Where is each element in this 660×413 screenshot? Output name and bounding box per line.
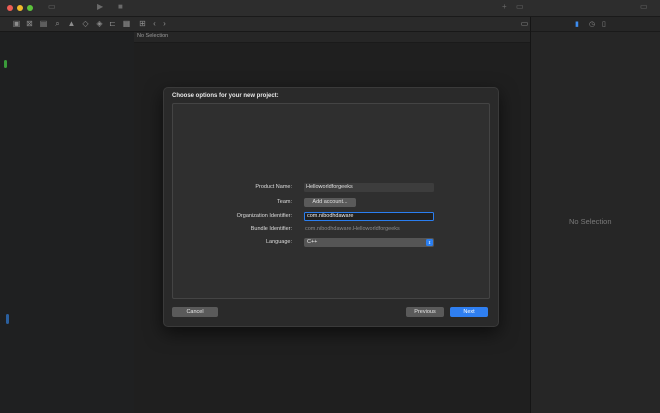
zoom-window-button[interactable]: [27, 5, 33, 11]
source-control-icon[interactable]: ⊠: [25, 19, 34, 28]
search-icon[interactable]: ⌕: [53, 19, 62, 28]
editor-jump-bar: No Selection: [134, 32, 530, 43]
editor-options-icon[interactable]: ▭: [520, 19, 529, 28]
chevron-up-down-icon: ⇕: [426, 239, 433, 246]
close-window-button[interactable]: [7, 5, 13, 11]
add-account-button[interactable]: Add account...: [304, 198, 356, 207]
report-icon[interactable]: ▦: [122, 19, 131, 28]
cancel-button[interactable]: Cancel: [172, 307, 218, 317]
next-button[interactable]: Next: [450, 307, 488, 317]
inspector-toggle-icon[interactable]: ▭: [640, 2, 648, 11]
folder-icon[interactable]: ▣: [12, 19, 21, 28]
options-panel: Product Name: Helloworldforgeeks Team: A…: [172, 103, 490, 299]
run-icon[interactable]: ▶: [97, 2, 103, 11]
language-selected-value: C++: [307, 239, 318, 245]
language-label: Language:: [266, 239, 292, 245]
product-name-field[interactable]: Helloworldforgeeks: [304, 183, 434, 192]
product-name-label: Product Name:: [255, 184, 292, 190]
sheet-title: Choose options for your new project:: [172, 93, 279, 99]
team-label: Team:: [277, 199, 292, 205]
bundle-identifier-value: com.nibodhdaware.Helloworldforgeeks: [305, 226, 400, 232]
add-icon[interactable]: +: [502, 2, 507, 11]
forward-icon[interactable]: ›: [160, 19, 169, 28]
file-inspector-icon[interactable]: ▮: [575, 20, 579, 28]
stop-icon[interactable]: ■: [118, 2, 123, 11]
title-bar: ▭ ▶ ■ + ▭ ▭: [0, 0, 660, 17]
previous-button[interactable]: Previous: [406, 307, 444, 317]
test-icon[interactable]: ◇: [81, 19, 90, 28]
history-inspector-icon[interactable]: ◷: [589, 20, 595, 28]
navigator-sidebar: [0, 32, 135, 413]
inspector-tab-bar: ▮ ◷ ▯: [531, 17, 660, 32]
new-project-options-sheet: Choose options for your new project: Pro…: [163, 87, 499, 327]
symbol-icon[interactable]: ▤: [39, 19, 48, 28]
organization-identifier-label: Organization Identifier:: [236, 213, 292, 219]
inspector-no-selection: No Selection: [569, 217, 612, 226]
back-icon[interactable]: ‹: [150, 19, 159, 28]
grid-icon[interactable]: ⊞: [138, 19, 147, 28]
organization-identifier-field[interactable]: com.nibodhdaware: [304, 212, 434, 221]
breakpoint-icon[interactable]: ⊏: [108, 19, 117, 28]
sidebar-toggle-icon[interactable]: ▭: [48, 2, 56, 11]
bundle-identifier-label: Bundle Identifier:: [250, 226, 292, 232]
inspector-panel: ▮ ◷ ▯: [530, 17, 660, 413]
debug-icon[interactable]: ◈: [95, 19, 104, 28]
help-inspector-icon[interactable]: ▯: [602, 20, 606, 28]
editor-header-label: No Selection: [137, 33, 169, 39]
minimize-window-button[interactable]: [17, 5, 23, 11]
navigator-marker: [4, 60, 7, 68]
warning-icon[interactable]: ▲: [67, 19, 76, 28]
navigator-selection-marker: [6, 314, 9, 324]
language-select[interactable]: C++ ⇕: [304, 238, 434, 247]
layout-icon[interactable]: ▭: [516, 2, 524, 11]
xcode-window: ▭ ▶ ■ + ▭ ▭ ▣ ⊠ ▤ ⌕ ▲ ◇ ◈ ⊏ ▦ ⊞ ‹ › ▭ No…: [0, 0, 660, 413]
